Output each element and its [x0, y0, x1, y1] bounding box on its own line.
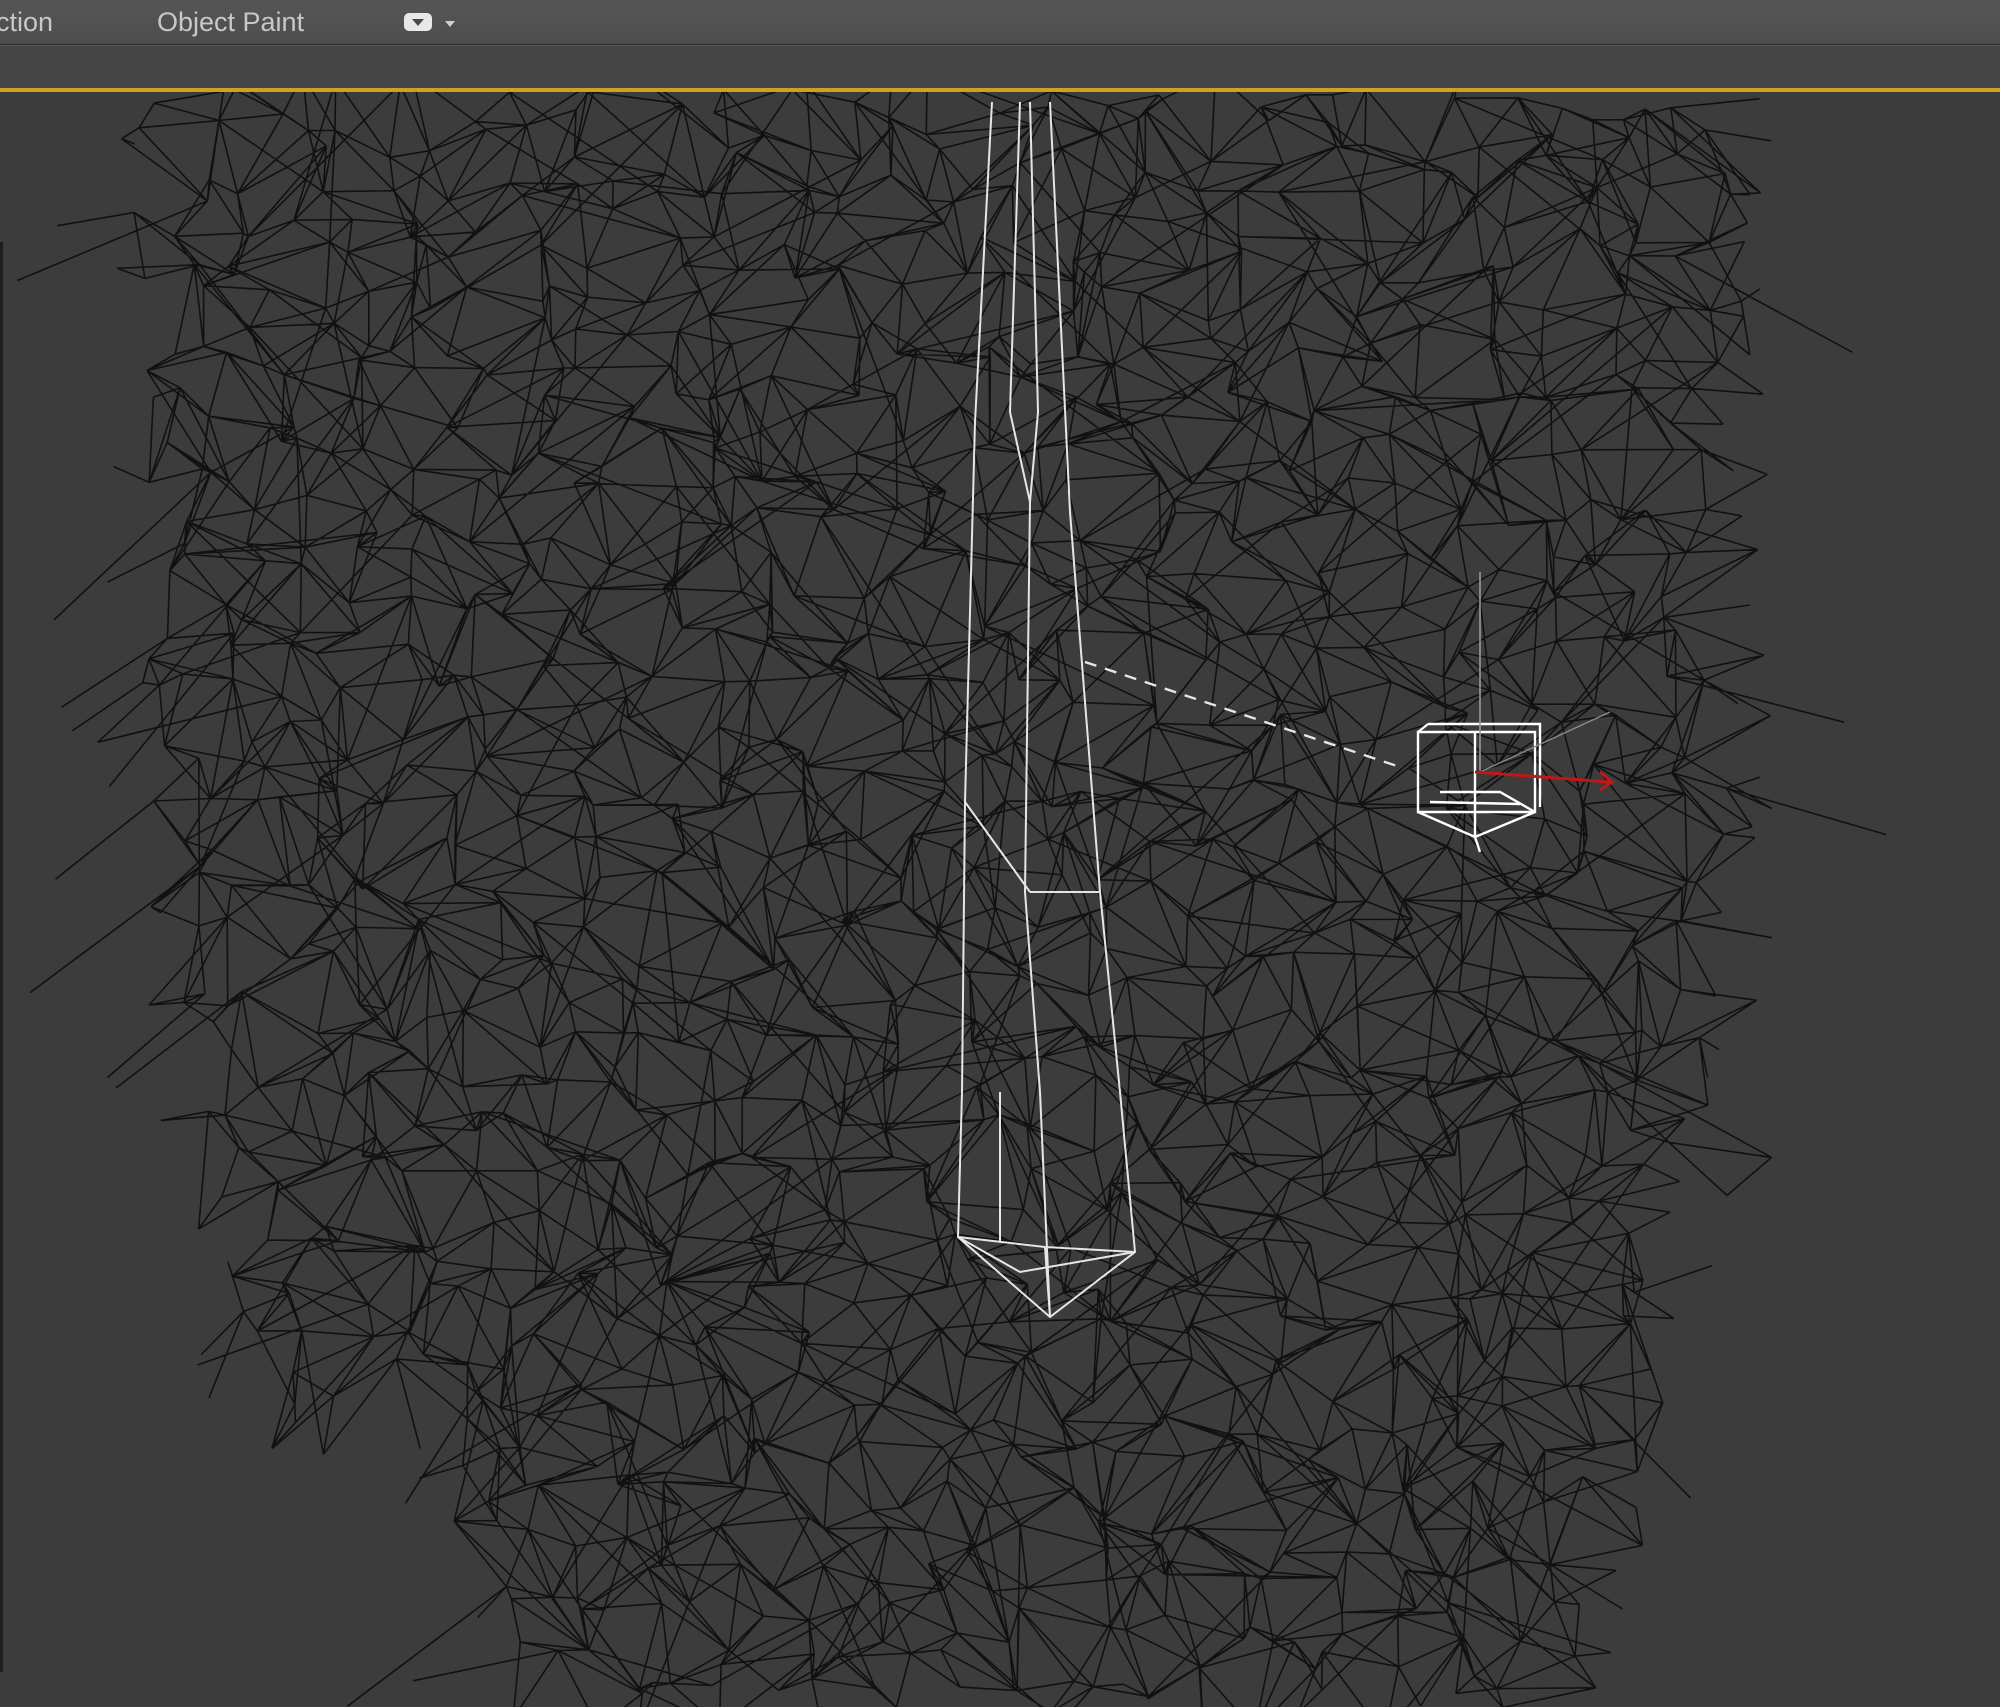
mesh-edges: [17, 92, 1887, 1707]
ribbon-minimize-button[interactable]: [404, 12, 462, 34]
ribbon-tab-bar: ction Object Paint: [0, 0, 2000, 45]
chevron-down-icon[interactable]: [445, 21, 455, 27]
3d-app-window: ction Object Paint: [0, 0, 2000, 1707]
ribbon-minimize-icon: [404, 13, 432, 31]
tab-object-paint[interactable]: Object Paint: [157, 0, 304, 44]
wireframe-canvas[interactable]: [0, 92, 2000, 1707]
ribbon-panel-collapsed: [0, 45, 2000, 89]
tab-selection[interactable]: ction: [0, 0, 53, 44]
head-mesh-wireframe[interactable]: [17, 92, 1887, 1707]
viewport-perspective[interactable]: [0, 88, 2000, 1707]
